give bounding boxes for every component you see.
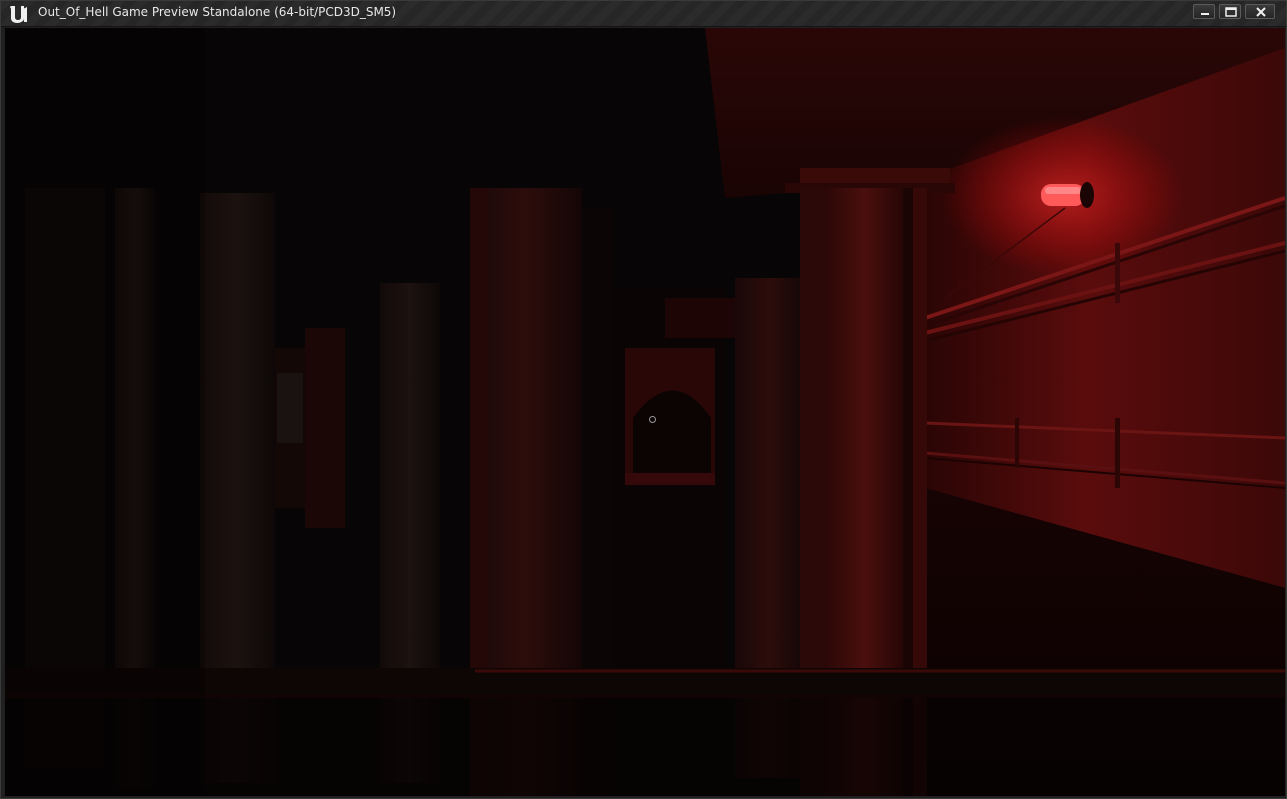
maximize-button[interactable] bbox=[1219, 4, 1241, 19]
minimize-button[interactable] bbox=[1193, 4, 1215, 19]
close-button[interactable] bbox=[1245, 4, 1275, 19]
game-window: Out_Of_Hell Game Preview Standalone (64-… bbox=[0, 0, 1287, 799]
close-icon bbox=[1256, 7, 1266, 17]
minimize-icon bbox=[1201, 13, 1209, 15]
crosshair-icon bbox=[649, 416, 656, 423]
unreal-engine-logo-icon bbox=[7, 3, 29, 25]
title-bar[interactable]: Out_Of_Hell Game Preview Standalone (64-… bbox=[1, 1, 1286, 27]
scene-render bbox=[5, 28, 1285, 796]
window-title: Out_Of_Hell Game Preview Standalone (64-… bbox=[38, 5, 397, 19]
maximize-icon bbox=[1225, 7, 1237, 17]
game-viewport[interactable] bbox=[5, 28, 1285, 796]
